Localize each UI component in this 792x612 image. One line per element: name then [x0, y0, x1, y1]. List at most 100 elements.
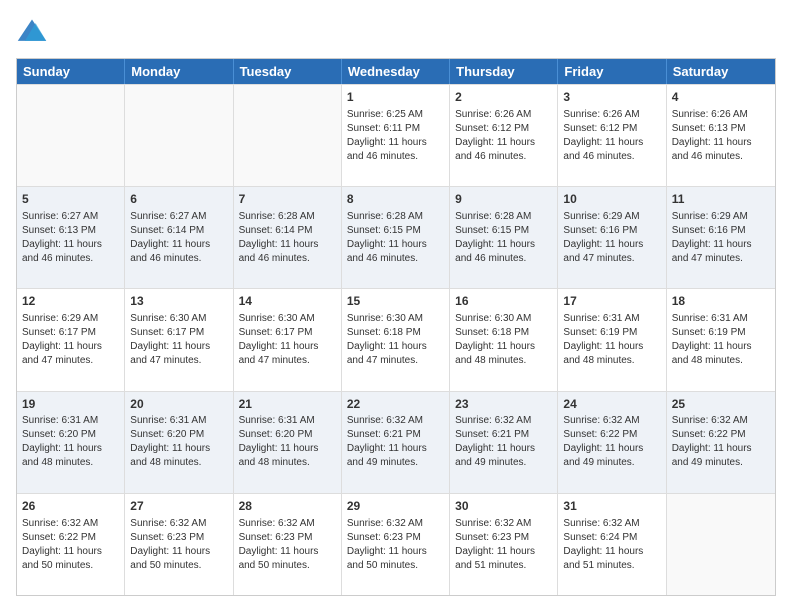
day-number: 5 — [22, 191, 119, 208]
day-cell-29: 29 Sunrise: 6:32 AM Sunset: 6:23 PM Dayli… — [342, 494, 450, 595]
day-cell-22: 22 Sunrise: 6:32 AM Sunset: 6:21 PM Dayli… — [342, 392, 450, 493]
day-number: 13 — [130, 293, 227, 310]
logo-icon — [16, 16, 48, 48]
day-cell-28: 28Sunrise: 6:32 AM Sunset: 6:23 PM Dayli… — [234, 494, 342, 595]
calendar-body: 1 Sunrise: 6:25 AM Sunset: 6:11 PM Daylig… — [17, 84, 775, 595]
day-cell-31: 31 Sunrise: 6:32 AM Sunset: 6:24 PM Dayli… — [558, 494, 666, 595]
day-cell-21: 21 Sunrise: 6:31 AM Sunset: 6:20 PM Dayli… — [234, 392, 342, 493]
day-cell-26: 26Sunrise: 6:32 AM Sunset: 6:22 PM Dayli… — [17, 494, 125, 595]
day-number: 4 — [672, 89, 770, 106]
day-cell-25: 25 Sunrise: 6:32 AM Sunset: 6:22 PM Dayli… — [667, 392, 775, 493]
day-info: Sunrise: 6:29 AM Sunset: 6:16 PM Dayligh… — [672, 211, 752, 264]
logo — [16, 16, 52, 48]
day-cell-8: 8 Sunrise: 6:28 AM Sunset: 6:15 PM Daylig… — [342, 187, 450, 288]
day-info: Sunrise: 6:31 AM Sunset: 6:20 PM Dayligh… — [239, 415, 319, 468]
header-day-thursday: Thursday — [450, 59, 558, 84]
empty-cell — [234, 85, 342, 186]
day-cell-12: 12Sunrise: 6:29 AM Sunset: 6:17 PM Dayli… — [17, 289, 125, 390]
day-info: Sunrise: 6:32 AM Sunset: 6:22 PM Dayligh… — [563, 415, 643, 468]
day-cell-14: 14 Sunrise: 6:30 AM Sunset: 6:17 PM Dayli… — [234, 289, 342, 390]
day-info: Sunrise: 6:32 AM Sunset: 6:23 PM Dayligh… — [347, 518, 427, 571]
day-info: Sunrise: 6:28 AM Sunset: 6:15 PM Dayligh… — [347, 211, 427, 264]
day-info: Sunrise: 6:32 AM Sunset: 6:24 PM Dayligh… — [563, 518, 643, 571]
header-day-tuesday: Tuesday — [234, 59, 342, 84]
day-number: 6 — [130, 191, 227, 208]
day-info: Sunrise: 6:32 AM Sunset: 6:23 PM Dayligh… — [239, 518, 319, 571]
day-cell-1: 1 Sunrise: 6:25 AM Sunset: 6:11 PM Daylig… — [342, 85, 450, 186]
day-number: 26 — [22, 498, 119, 515]
week-row-1: 1 Sunrise: 6:25 AM Sunset: 6:11 PM Daylig… — [17, 84, 775, 186]
header-day-wednesday: Wednesday — [342, 59, 450, 84]
day-info: Sunrise: 6:27 AM Sunset: 6:13 PM Dayligh… — [22, 211, 102, 264]
day-number: 3 — [563, 89, 660, 106]
day-info: Sunrise: 6:30 AM Sunset: 6:17 PM Dayligh… — [239, 313, 319, 366]
day-info: Sunrise: 6:28 AM Sunset: 6:15 PM Dayligh… — [455, 211, 535, 264]
day-cell-9: 9 Sunrise: 6:28 AM Sunset: 6:15 PM Daylig… — [450, 187, 558, 288]
day-number: 17 — [563, 293, 660, 310]
day-number: 21 — [239, 396, 336, 413]
week-row-4: 19 Sunrise: 6:31 AM Sunset: 6:20 PM Dayli… — [17, 391, 775, 493]
day-cell-11: 11 Sunrise: 6:29 AM Sunset: 6:16 PM Dayli… — [667, 187, 775, 288]
day-info: Sunrise: 6:32 AM Sunset: 6:21 PM Dayligh… — [455, 415, 535, 468]
day-number: 18 — [672, 293, 770, 310]
day-info: Sunrise: 6:32 AM Sunset: 6:23 PM Dayligh… — [130, 518, 210, 571]
day-info: Sunrise: 6:25 AM Sunset: 6:11 PM Dayligh… — [347, 109, 427, 162]
day-number: 12 — [22, 293, 119, 310]
day-number: 9 — [455, 191, 552, 208]
day-number: 22 — [347, 396, 444, 413]
day-cell-30: 30 Sunrise: 6:32 AM Sunset: 6:23 PM Dayli… — [450, 494, 558, 595]
day-cell-7: 7Sunrise: 6:28 AM Sunset: 6:14 PM Daylig… — [234, 187, 342, 288]
header-day-saturday: Saturday — [667, 59, 775, 84]
week-row-3: 12Sunrise: 6:29 AM Sunset: 6:17 PM Dayli… — [17, 288, 775, 390]
day-info: Sunrise: 6:32 AM Sunset: 6:22 PM Dayligh… — [672, 415, 752, 468]
calendar-header: SundayMondayTuesdayWednesdayThursdayFrid… — [17, 59, 775, 84]
week-row-5: 26Sunrise: 6:32 AM Sunset: 6:22 PM Dayli… — [17, 493, 775, 595]
week-row-2: 5 Sunrise: 6:27 AM Sunset: 6:13 PM Daylig… — [17, 186, 775, 288]
day-info: Sunrise: 6:30 AM Sunset: 6:17 PM Dayligh… — [130, 313, 210, 366]
day-cell-24: 24 Sunrise: 6:32 AM Sunset: 6:22 PM Dayli… — [558, 392, 666, 493]
day-number: 15 — [347, 293, 444, 310]
day-info: Sunrise: 6:29 AM Sunset: 6:16 PM Dayligh… — [563, 211, 643, 264]
day-number: 24 — [563, 396, 660, 413]
day-number: 2 — [455, 89, 552, 106]
day-cell-16: 16Sunrise: 6:30 AM Sunset: 6:18 PM Dayli… — [450, 289, 558, 390]
header-day-sunday: Sunday — [17, 59, 125, 84]
day-number: 7 — [239, 191, 336, 208]
day-info: Sunrise: 6:26 AM Sunset: 6:12 PM Dayligh… — [563, 109, 643, 162]
day-number: 1 — [347, 89, 444, 106]
day-info: Sunrise: 6:30 AM Sunset: 6:18 PM Dayligh… — [347, 313, 427, 366]
day-cell-10: 10Sunrise: 6:29 AM Sunset: 6:16 PM Dayli… — [558, 187, 666, 288]
header-day-monday: Monday — [125, 59, 233, 84]
day-cell-6: 6Sunrise: 6:27 AM Sunset: 6:14 PM Daylig… — [125, 187, 233, 288]
day-cell-23: 23Sunrise: 6:32 AM Sunset: 6:21 PM Dayli… — [450, 392, 558, 493]
day-info: Sunrise: 6:31 AM Sunset: 6:19 PM Dayligh… — [672, 313, 752, 366]
day-info: Sunrise: 6:31 AM Sunset: 6:20 PM Dayligh… — [22, 415, 102, 468]
day-number: 8 — [347, 191, 444, 208]
day-info: Sunrise: 6:26 AM Sunset: 6:12 PM Dayligh… — [455, 109, 535, 162]
day-info: Sunrise: 6:32 AM Sunset: 6:21 PM Dayligh… — [347, 415, 427, 468]
day-number: 30 — [455, 498, 552, 515]
day-number: 29 — [347, 498, 444, 515]
empty-cell — [17, 85, 125, 186]
day-cell-4: 4Sunrise: 6:26 AM Sunset: 6:13 PM Daylig… — [667, 85, 775, 186]
day-number: 11 — [672, 191, 770, 208]
day-cell-15: 15 Sunrise: 6:30 AM Sunset: 6:18 PM Dayli… — [342, 289, 450, 390]
page: SundayMondayTuesdayWednesdayThursdayFrid… — [0, 0, 792, 612]
day-cell-5: 5 Sunrise: 6:27 AM Sunset: 6:13 PM Daylig… — [17, 187, 125, 288]
header — [16, 16, 776, 48]
day-number: 14 — [239, 293, 336, 310]
calendar: SundayMondayTuesdayWednesdayThursdayFrid… — [16, 58, 776, 596]
header-day-friday: Friday — [558, 59, 666, 84]
day-number: 19 — [22, 396, 119, 413]
day-info: Sunrise: 6:31 AM Sunset: 6:19 PM Dayligh… — [563, 313, 643, 366]
day-cell-17: 17 Sunrise: 6:31 AM Sunset: 6:19 PM Dayli… — [558, 289, 666, 390]
day-info: Sunrise: 6:31 AM Sunset: 6:20 PM Dayligh… — [130, 415, 210, 468]
day-number: 25 — [672, 396, 770, 413]
day-info: Sunrise: 6:32 AM Sunset: 6:23 PM Dayligh… — [455, 518, 535, 571]
day-number: 16 — [455, 293, 552, 310]
empty-cell — [125, 85, 233, 186]
empty-cell — [667, 494, 775, 595]
day-number: 31 — [563, 498, 660, 515]
day-cell-13: 13 Sunrise: 6:30 AM Sunset: 6:17 PM Dayli… — [125, 289, 233, 390]
day-cell-27: 27Sunrise: 6:32 AM Sunset: 6:23 PM Dayli… — [125, 494, 233, 595]
